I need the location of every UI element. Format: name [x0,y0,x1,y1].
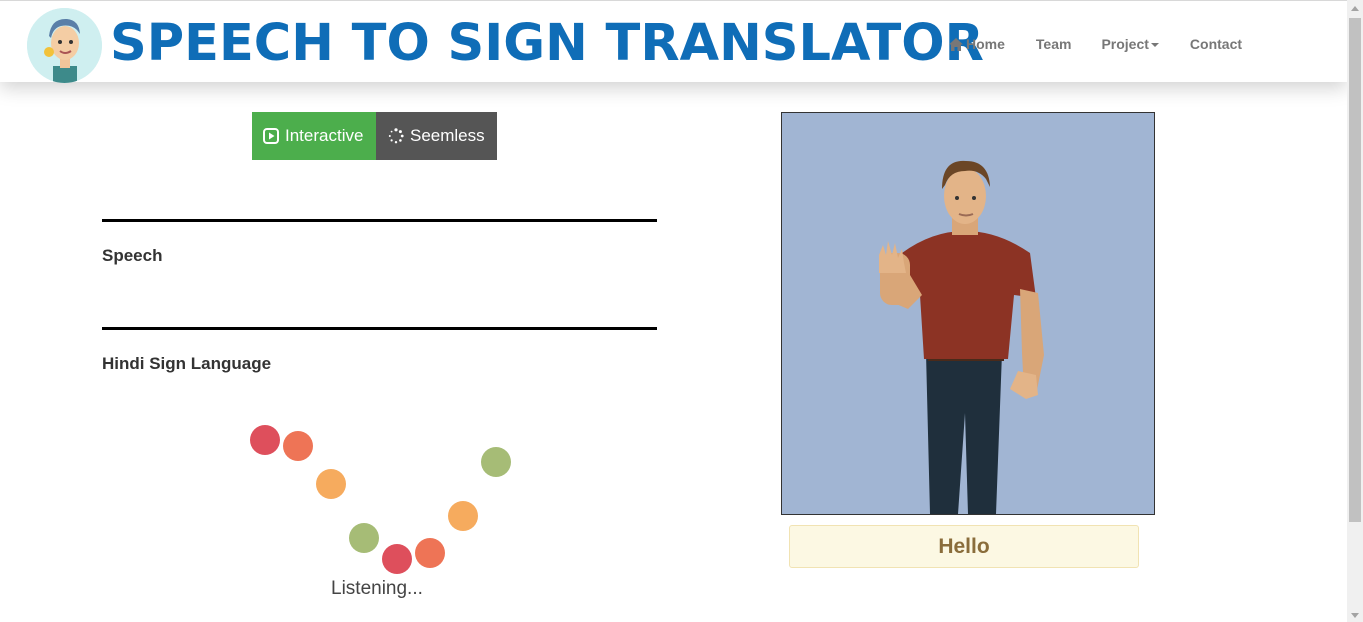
brand-title[interactable]: SPEECH TO SIGN TRANSLATOR [110,13,984,75]
spinner-icon [388,128,404,144]
page-scrollbar[interactable] [1347,0,1363,622]
play-square-icon [263,128,279,144]
nav-contact-label: Contact [1189,36,1243,52]
signing-avatar-figure [879,160,1044,514]
caret-down-icon [1150,43,1159,47]
listening-status: Listening... [331,578,423,599]
top-navbar: SPEECH TO SIGN TRANSLATOR Home Team Proj… [0,0,1347,83]
loader-dot [448,501,478,531]
seemless-mode-button[interactable]: Seemless [376,112,497,160]
translation-caption: Hello [789,525,1139,568]
nav-home-label: Home [966,36,1005,52]
seemless-mode-label: Seemless [410,126,485,145]
nav-team[interactable]: Team [1036,36,1072,52]
interactive-mode-label: Interactive [285,126,364,145]
loader-dot [415,538,445,568]
nav-project-dropdown[interactable]: Project [1101,36,1159,52]
scroll-up-arrow-icon[interactable] [1351,6,1359,11]
main-nav: Home Team Project Contact [949,34,1242,54]
nav-team-label: Team [1035,36,1072,52]
nav-project-label: Project [1101,36,1149,52]
translation-caption-text: Hello [938,534,990,558]
loader-dot [382,544,412,574]
mode-toggle-group: Interactive Seemless [252,112,497,160]
logo-avatar-icon[interactable] [27,8,102,83]
loader-dot [481,447,511,477]
nav-contact[interactable]: Contact [1190,36,1242,52]
speech-section-label: Speech [102,246,163,265]
loader-dot [349,523,379,553]
scroll-thumb[interactable] [1349,18,1361,522]
home-icon [949,37,963,51]
loader-dot [250,425,280,455]
nav-home[interactable]: Home [949,36,1005,52]
interactive-mode-button[interactable]: Interactive [252,112,376,160]
speech-divider [102,219,657,222]
loader-dot [283,431,313,461]
hindi-sign-language-label: Hindi Sign Language [102,354,272,373]
scroll-down-arrow-icon[interactable] [1351,613,1359,618]
loader-dot [316,469,346,499]
sign-avatar-viewport [781,112,1155,515]
sign-language-divider [102,327,657,330]
